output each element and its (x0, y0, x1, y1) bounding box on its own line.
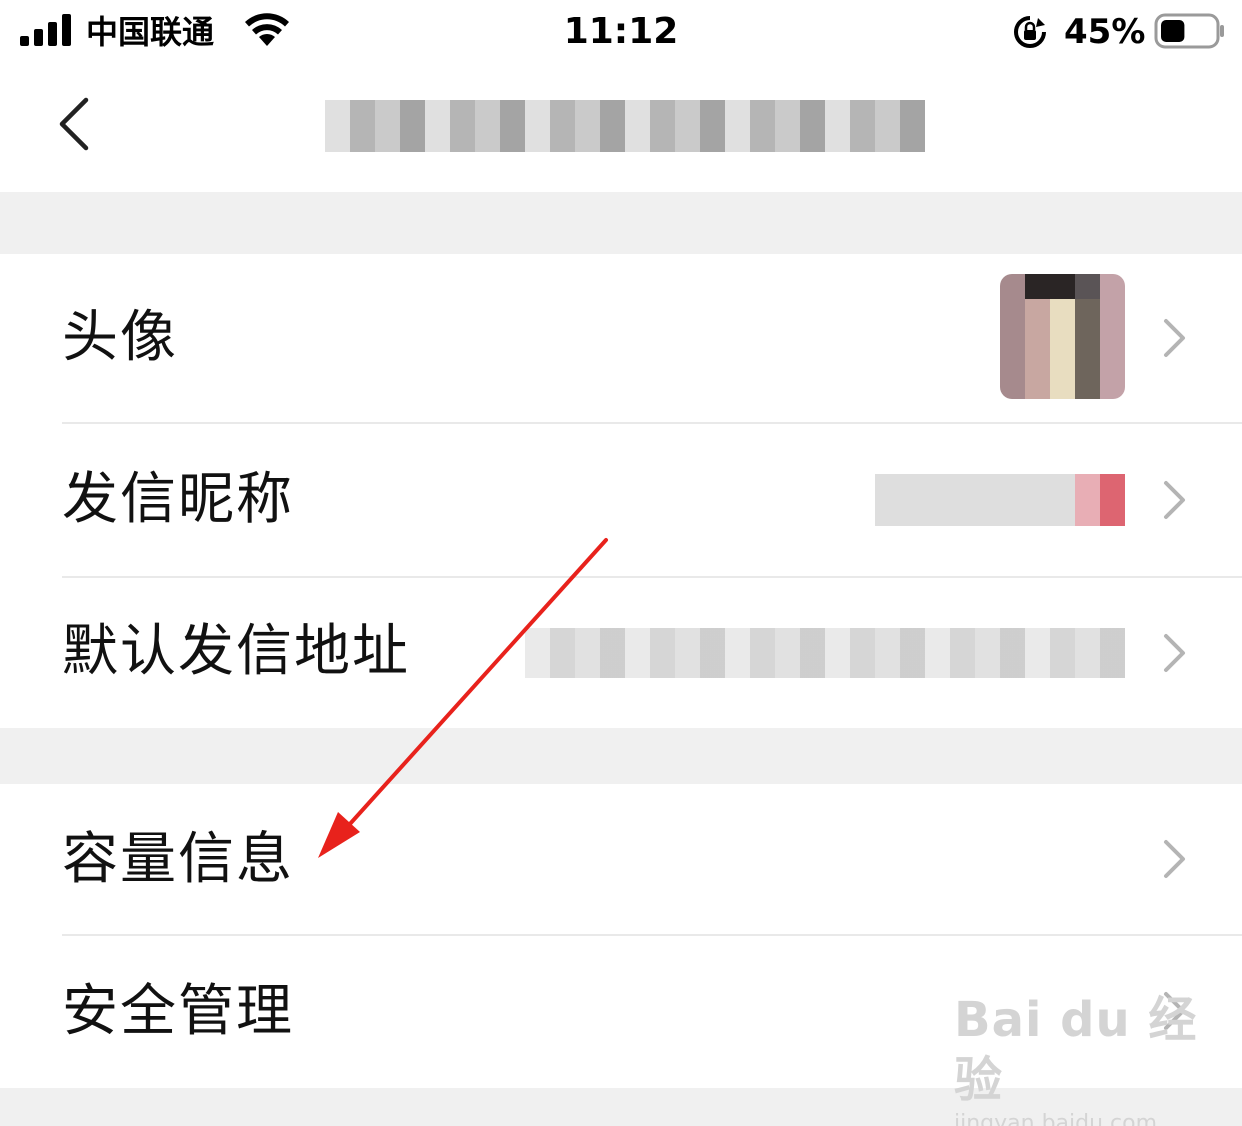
sender-nickname-value-redacted (875, 474, 1125, 526)
sender-nickname-label: 发信昵称 (62, 467, 294, 532)
rotation-lock-icon (1014, 16, 1046, 48)
sender-nickname-row[interactable]: 发信昵称 (0, 424, 1242, 576)
page-title-redacted (325, 100, 925, 152)
back-button[interactable] (50, 94, 100, 154)
default-sender-address-label: 默认发信地址 (62, 619, 410, 684)
watermark-brand: Bai du 经验 (954, 992, 1198, 1108)
chevron-right-icon (1164, 840, 1185, 878)
avatar-label: 头像 (62, 305, 178, 370)
status-bar: 中国联通 11:12 45% (0, 0, 1242, 64)
avatar (1000, 274, 1125, 399)
chevron-right-icon (1164, 481, 1185, 519)
navigation-bar (0, 64, 1242, 192)
chevron-right-icon (1164, 634, 1185, 672)
default-sender-address-value-redacted (525, 628, 1125, 678)
chevron-right-icon (1164, 319, 1185, 357)
default-sender-address-row[interactable]: 默认发信地址 (0, 578, 1242, 728)
battery-percentage: 45% (1064, 12, 1146, 52)
baidu-jingyan-watermark: Bai du 经验 jingyan.baidu.com (954, 990, 1242, 1126)
security-management-label: 安全管理 (62, 979, 294, 1044)
battery-icon (1154, 13, 1224, 49)
storage-info-row[interactable]: 容量信息 (0, 784, 1242, 934)
watermark-url: jingyan.baidu.com (954, 1111, 1158, 1126)
clock: 11:12 (563, 11, 679, 52)
avatar-row[interactable]: 头像 (0, 254, 1242, 422)
profile-settings-group: 头像 发信昵称 默认发信地址 (0, 254, 1242, 728)
storage-info-label: 容量信息 (62, 827, 294, 892)
